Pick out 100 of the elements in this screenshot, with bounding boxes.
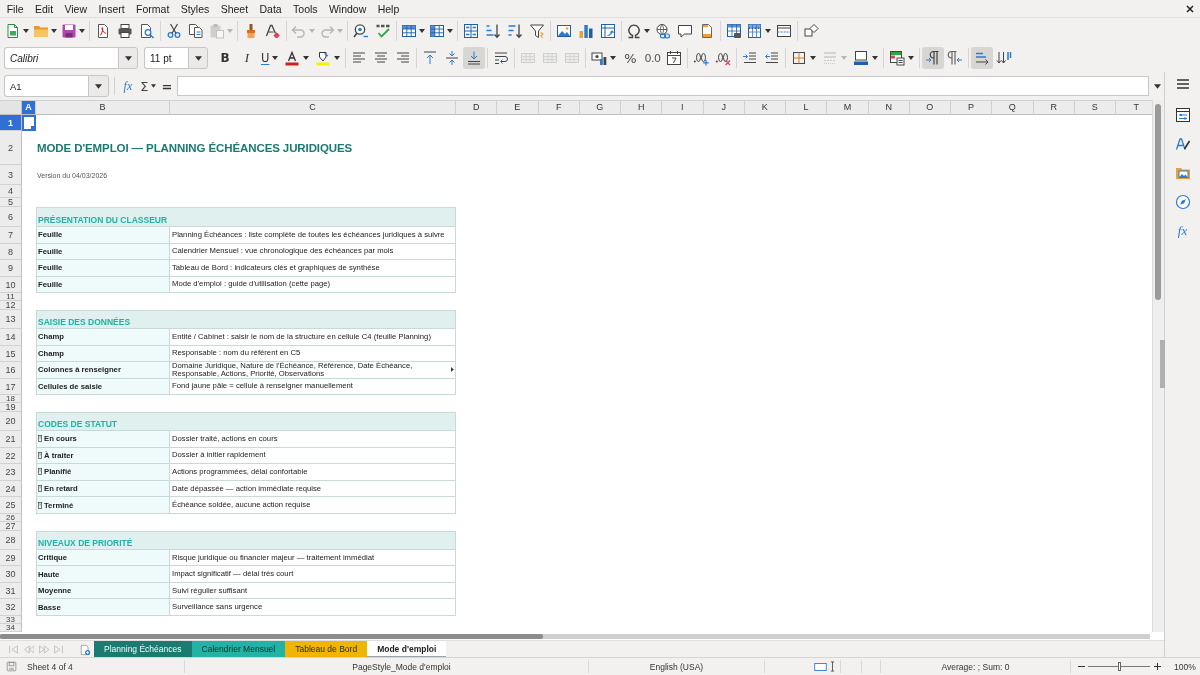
row-header[interactable]: 20 bbox=[0, 412, 22, 431]
underline-button[interactable]: U bbox=[258, 47, 282, 69]
column-header[interactable]: J bbox=[703, 101, 745, 115]
column-header[interactable]: D bbox=[456, 101, 498, 115]
column-header[interactable]: S bbox=[1074, 101, 1116, 115]
row-header[interactable]: 6 bbox=[0, 207, 22, 227]
column-header[interactable]: K bbox=[744, 101, 786, 115]
column-header[interactable]: G bbox=[579, 101, 621, 115]
menu-item[interactable]: File bbox=[1, 0, 30, 17]
percent-format-button[interactable]: % bbox=[619, 47, 642, 69]
row-header[interactable]: 23 bbox=[0, 464, 22, 481]
column-header[interactable]: O bbox=[909, 101, 951, 115]
pilcrow-left-icon bbox=[947, 50, 964, 66]
menu-item[interactable]: Tools bbox=[287, 0, 324, 17]
page-icon bbox=[699, 23, 715, 39]
standard-format-button[interactable]: 0.0 bbox=[641, 47, 664, 69]
font-name-field[interactable]: Calibri bbox=[4, 47, 118, 69]
sheet-position: Sheet 4 of 4 bbox=[27, 661, 73, 672]
menu-item[interactable]: Data bbox=[253, 0, 288, 17]
missing-glyph-icon bbox=[38, 435, 42, 443]
decimal-plus-icon bbox=[693, 50, 710, 66]
column-header[interactable]: A bbox=[22, 101, 36, 115]
section-heading: CODES DE STATUT bbox=[38, 419, 118, 429]
caret-icon bbox=[23, 29, 29, 33]
scrollbar-thumb[interactable] bbox=[0, 633, 543, 639]
function-wizard-button[interactable]: fx bbox=[120, 76, 135, 96]
picture-folder-icon bbox=[1174, 165, 1191, 181]
italic-button[interactable]: I bbox=[236, 47, 258, 69]
column-header[interactable]: L bbox=[786, 101, 828, 115]
row-header[interactable]: 4 bbox=[0, 185, 22, 198]
row-header[interactable]: 26 bbox=[0, 513, 22, 522]
menu-item[interactable]: Edit bbox=[29, 0, 59, 17]
column-header[interactable]: M bbox=[827, 101, 869, 115]
column-header[interactable]: P bbox=[951, 101, 993, 115]
compass-icon bbox=[1174, 194, 1191, 210]
row-header[interactable]: 34 bbox=[0, 623, 22, 632]
row-header[interactable]: 14 bbox=[0, 329, 22, 346]
column-header[interactable]: E bbox=[497, 101, 539, 115]
sum-button[interactable]: Σ bbox=[136, 76, 159, 96]
name-box[interactable]: A1 bbox=[4, 75, 88, 97]
sheet-title: MODE D'EMPLOI — PLANNING ÉCHÉANCES JURIDIQUES bbox=[37, 142, 353, 154]
menu-item[interactable]: Sheet bbox=[214, 0, 254, 17]
formula-input[interactable] bbox=[176, 76, 1149, 96]
row-header[interactable]: 2 bbox=[0, 131, 22, 165]
font-size-dropdown[interactable] bbox=[188, 47, 208, 69]
left-to-right-button[interactable] bbox=[922, 47, 945, 69]
menu-item[interactable]: Insert bbox=[92, 0, 131, 17]
align-bottom-button[interactable] bbox=[463, 47, 486, 69]
caret-icon bbox=[447, 29, 453, 33]
row-header[interactable]: 33 bbox=[0, 615, 22, 624]
column-header[interactable]: F bbox=[538, 101, 580, 115]
formula-button[interactable]: = bbox=[159, 76, 174, 96]
name-box-dropdown[interactable] bbox=[87, 75, 109, 97]
vertical-scrollbar[interactable] bbox=[1152, 100, 1163, 632]
text-cursor-icon bbox=[830, 661, 835, 672]
row-header[interactable]: 27 bbox=[0, 521, 22, 531]
row-header[interactable]: 32 bbox=[0, 599, 22, 616]
functions-button[interactable]: fx bbox=[1170, 219, 1195, 243]
zoom-in-button[interactable] bbox=[1152, 660, 1162, 673]
row-header[interactable]: 16 bbox=[0, 362, 22, 379]
row-header[interactable]: 3 bbox=[0, 165, 22, 185]
row-header[interactable]: 13 bbox=[0, 310, 22, 329]
menu-item[interactable]: Format bbox=[130, 0, 175, 17]
sidebar-collapse-handle[interactable] bbox=[1160, 340, 1165, 388]
zoom-slider-thumb[interactable] bbox=[1117, 662, 1121, 671]
menu-item[interactable]: Window bbox=[323, 0, 372, 17]
font-size-field[interactable]: 11 pt bbox=[144, 47, 188, 69]
column-header[interactable]: Q bbox=[992, 101, 1034, 115]
row-header[interactable]: 25 bbox=[0, 497, 22, 514]
column-header[interactable]: I bbox=[662, 101, 704, 115]
speech-bubble-icon bbox=[677, 23, 693, 39]
missing-glyph-icon bbox=[38, 501, 42, 509]
column-header[interactable]: C bbox=[170, 101, 456, 115]
column-header[interactable]: H bbox=[621, 101, 663, 115]
column-header[interactable]: B bbox=[36, 101, 170, 115]
row-header[interactable]: 9 bbox=[0, 260, 22, 277]
undo-arrow-icon bbox=[291, 23, 307, 39]
font-name-dropdown[interactable] bbox=[118, 47, 138, 69]
caret-icon bbox=[303, 56, 310, 60]
menu-item[interactable]: View bbox=[58, 0, 93, 17]
spellcheck-icon bbox=[375, 23, 391, 39]
frozen-grid-icon bbox=[747, 23, 763, 39]
row-header[interactable]: 30 bbox=[0, 566, 22, 583]
page-style: PageStyle_Mode d'emploi bbox=[352, 661, 451, 672]
row-header[interactable]: 1 bbox=[0, 115, 22, 131]
menu-item[interactable]: Help bbox=[372, 0, 405, 17]
horizontal-text-button[interactable] bbox=[971, 47, 994, 69]
caret-icon bbox=[334, 56, 341, 60]
menu-item[interactable]: Styles bbox=[175, 0, 215, 17]
bold-button[interactable]: B bbox=[214, 47, 236, 69]
redo-arrow-icon bbox=[319, 23, 335, 39]
scrollbar-thumb[interactable] bbox=[1155, 104, 1161, 300]
column-header[interactable]: R bbox=[1033, 101, 1075, 115]
caret-icon bbox=[124, 55, 132, 61]
cell-cursor bbox=[22, 115, 36, 131]
row-header[interactable]: 7 bbox=[0, 227, 22, 244]
row-header[interactable]: 21 bbox=[0, 431, 22, 448]
column-header[interactable]: N bbox=[868, 101, 910, 115]
plus-icon bbox=[1153, 663, 1161, 670]
horizontal-scrollbar[interactable] bbox=[0, 633, 1150, 639]
